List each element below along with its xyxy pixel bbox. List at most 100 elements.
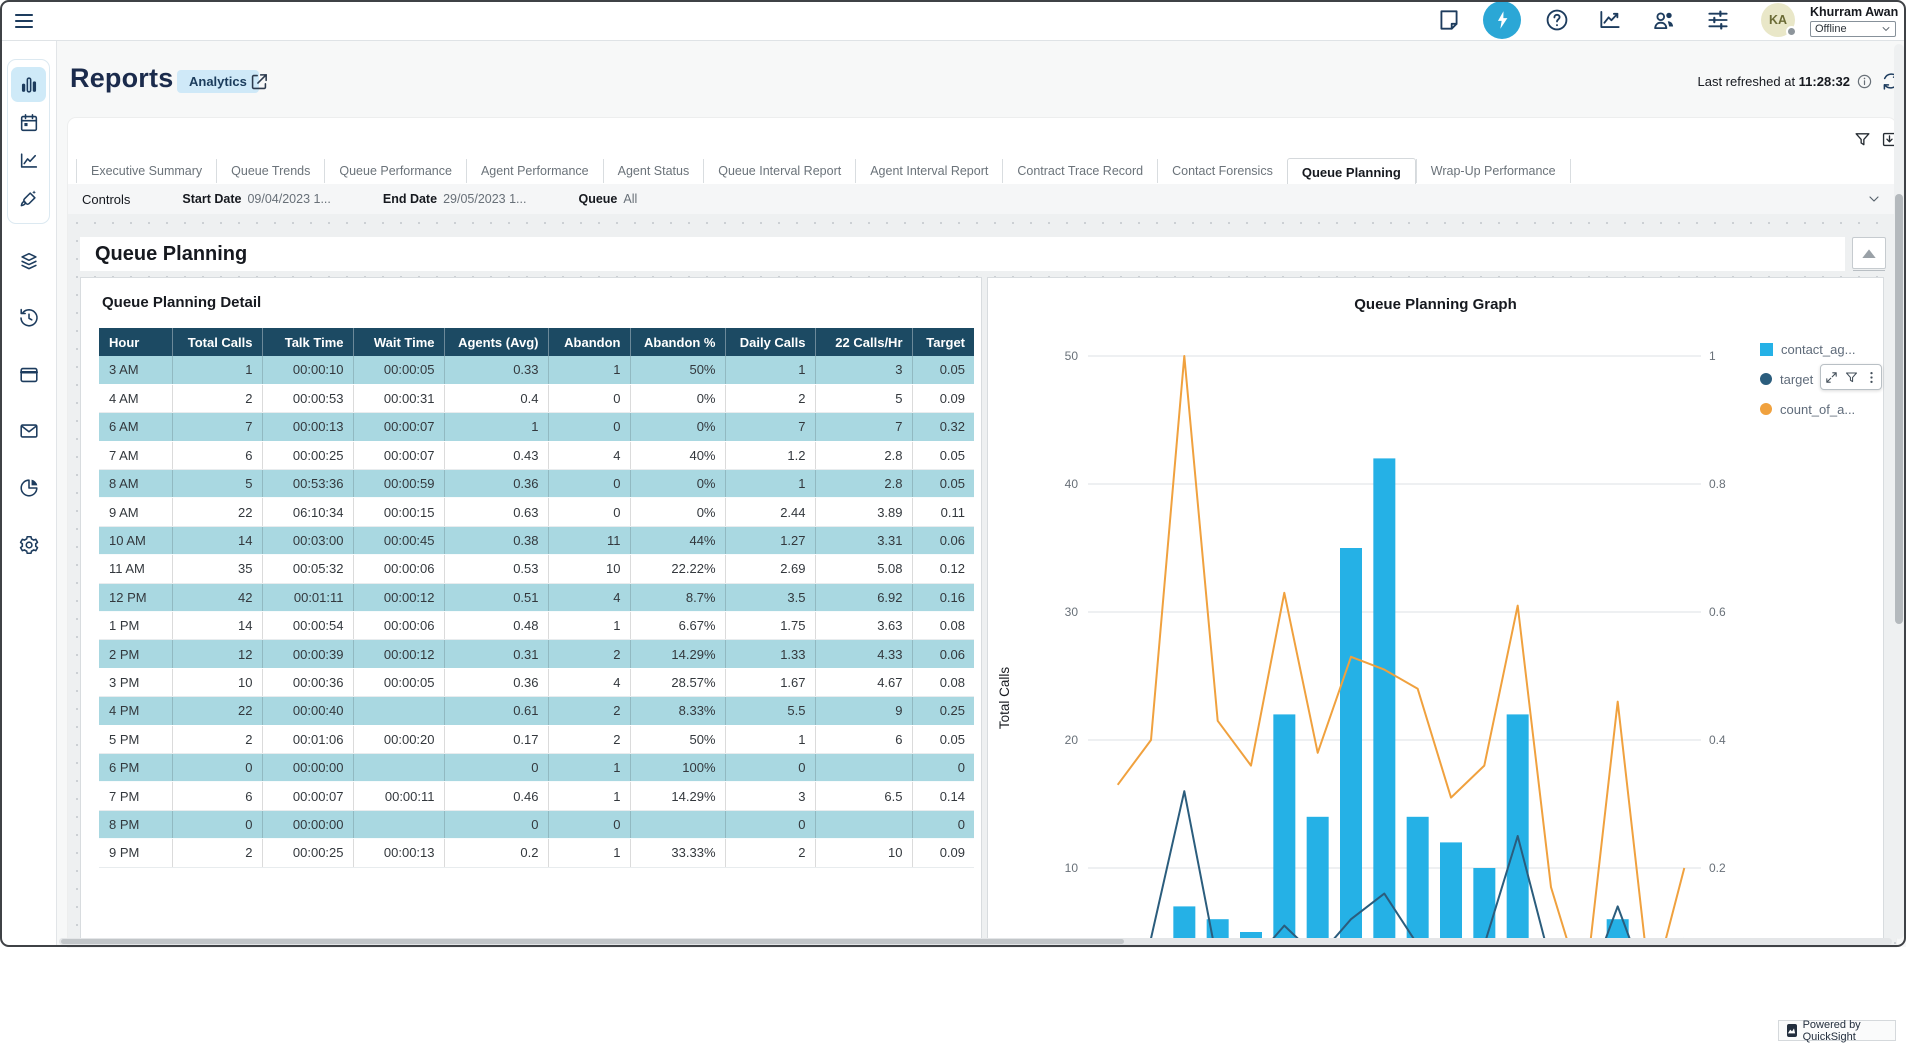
cell: 0 <box>172 810 262 838</box>
col-header-22-calls-hr[interactable]: 22 Calls/Hr <box>815 328 912 356</box>
horizontal-scrollbar-thumb[interactable] <box>61 939 1124 944</box>
cell: 0.08 <box>912 612 974 640</box>
legend-item-2[interactable]: count_of_a... <box>1760 394 1855 424</box>
col-header-abandon[interactable]: Abandon <box>548 328 630 356</box>
col-header-abandon-[interactable]: Abandon % <box>630 328 725 356</box>
cell: 8 PM <box>99 810 172 838</box>
table-row-3-am[interactable]: 3 AM100:00:1000:00:050.33150%130.05 <box>99 356 974 384</box>
analytics-badge: Analytics <box>177 70 259 93</box>
table-row-9-pm[interactable]: 9 PM200:00:2500:00:130.2133.33%2100.09 <box>99 839 974 867</box>
vertical-scrollbar[interactable] <box>1894 44 1904 939</box>
controls-collapse-chevron-icon[interactable] <box>1866 191 1882 207</box>
sidebar-item-browser-window[interactable] <box>11 357 46 392</box>
col-header-target[interactable]: Target <box>912 328 974 356</box>
cell: 1 PM <box>99 612 172 640</box>
table-row-7-am[interactable]: 7 AM600:00:2500:00:070.43440%1.22.80.05 <box>99 441 974 469</box>
tab-queue-planning[interactable]: Queue Planning <box>1287 158 1416 187</box>
cell: 42 <box>172 583 262 611</box>
sidebar-item-designer-brush[interactable] <box>11 181 46 216</box>
tab-agent-performance[interactable]: Agent Performance <box>466 159 603 183</box>
settings-sliders-icon[interactable] <box>1705 7 1731 33</box>
cell: 1 <box>725 725 815 753</box>
help-icon[interactable] <box>1544 7 1570 33</box>
control-start-date[interactable]: Start Date09/04/2023 1... <box>182 192 330 206</box>
table-row-7-pm[interactable]: 7 PM600:00:0700:00:110.46114.29%36.50.14 <box>99 782 974 810</box>
sidebar-item-settings-gear[interactable] <box>11 527 46 562</box>
horizontal-scrollbar[interactable] <box>59 938 1892 945</box>
col-header-agents-avg-[interactable]: Agents (Avg) <box>444 328 548 356</box>
cell: 1 <box>548 753 630 781</box>
table-row-6-am[interactable]: 6 AM700:00:1300:00:07100%770.32 <box>99 413 974 441</box>
table-row-9-am[interactable]: 9 AM2206:10:3400:00:150.6300%2.443.890.1… <box>99 498 974 526</box>
history-icon <box>18 307 40 329</box>
note-icon[interactable] <box>1436 7 1462 33</box>
table-row-4-pm[interactable]: 4 PM2200:00:400.6128.33%5.590.25 <box>99 697 974 725</box>
table-row-8-pm[interactable]: 8 PM000:00:000000 <box>99 810 974 838</box>
sidebar-item-mail[interactable] <box>11 413 46 448</box>
hamburger-menu-icon[interactable] <box>12 9 36 33</box>
bolt-icon[interactable] <box>1483 1 1521 39</box>
table-row-12-pm[interactable]: 12 PM4200:01:1100:00:120.5148.7%3.56.920… <box>99 583 974 611</box>
sidebar-item-history[interactable] <box>11 300 46 335</box>
table-row-4-am[interactable]: 4 AM200:00:5300:00:310.400%250.09 <box>99 384 974 412</box>
last-refreshed-text: Last refreshed at 11:28:32 <box>1560 74 1850 89</box>
col-header-wait-time[interactable]: Wait Time <box>353 328 444 356</box>
tab-queue-performance[interactable]: Queue Performance <box>324 159 466 183</box>
table-row-3-pm[interactable]: 3 PM1000:00:3600:00:050.36428.57%1.674.6… <box>99 668 974 696</box>
filter-funnel-icon[interactable] <box>1853 130 1872 149</box>
table-row-1-pm[interactable]: 1 PM1400:00:5400:00:060.4816.67%1.753.63… <box>99 612 974 640</box>
cell: 0% <box>630 470 725 498</box>
cell: 00:00:11 <box>353 782 444 810</box>
tab-queue-interval-report[interactable]: Queue Interval Report <box>703 159 855 183</box>
col-header-hour[interactable]: Hour <box>99 328 172 356</box>
sidebar-item-line-chart[interactable] <box>11 143 46 178</box>
tab-wrap-up-performance[interactable]: Wrap-Up Performance <box>1416 159 1571 183</box>
col-header-daily-calls[interactable]: Daily Calls <box>725 328 815 356</box>
control-queue[interactable]: QueueAll <box>578 192 637 206</box>
table-row-5-pm[interactable]: 5 PM200:01:0600:00:200.17250%160.05 <box>99 725 974 753</box>
cell: 0.46 <box>444 782 548 810</box>
tab-queue-trends[interactable]: Queue Trends <box>216 159 324 183</box>
control-end-date[interactable]: End Date29/05/2023 1... <box>383 192 527 206</box>
queue-planning-chart: 501400.8300.6200.4100.2Total Calls <box>988 278 1883 946</box>
sheet-scroll-spinner[interactable] <box>1852 237 1886 269</box>
metrics-icon[interactable] <box>1597 7 1623 33</box>
scroll-up-icon[interactable] <box>1853 238 1885 271</box>
table-row-11-am[interactable]: 11 AM3500:05:3200:00:060.531022.22%2.695… <box>99 555 974 583</box>
external-link-icon[interactable] <box>248 71 270 93</box>
maximize-icon[interactable] <box>1824 370 1839 385</box>
sidebar-item-layers[interactable] <box>11 243 46 278</box>
kebab-menu-icon[interactable] <box>1864 370 1879 385</box>
table-row-8-am[interactable]: 8 AM500:53:3600:00:590.3600%12.80.05 <box>99 470 974 498</box>
table-row-6-pm[interactable]: 6 PM000:00:0001100%00 <box>99 753 974 781</box>
tab-executive-summary[interactable]: Executive Summary <box>76 159 216 183</box>
sidebar-item-pie-chart[interactable] <box>11 470 46 505</box>
legend-item-0[interactable]: contact_ag... <box>1760 334 1855 364</box>
control-label: End Date <box>383 192 437 206</box>
cell: 7 PM <box>99 782 172 810</box>
tab-contract-trace-record[interactable]: Contract Trace Record <box>1002 159 1157 183</box>
table-row-2-pm[interactable]: 2 PM1200:00:3900:00:120.31214.29%1.334.3… <box>99 640 974 668</box>
cell: 2.69 <box>725 555 815 583</box>
cell: 5.5 <box>725 697 815 725</box>
cell: 1 <box>548 612 630 640</box>
status-select[interactable]: Offline <box>1810 21 1896 37</box>
tab-contact-forensics[interactable]: Contact Forensics <box>1157 159 1287 183</box>
tab-agent-interval-report[interactable]: Agent Interval Report <box>855 159 1002 183</box>
sidebar-item-reports-bar-chart[interactable] <box>11 67 46 102</box>
sheet-section-header: Queue Planning <box>80 237 1845 271</box>
col-header-talk-time[interactable]: Talk Time <box>262 328 353 356</box>
powered-by-quicksight-badge[interactable]: Powered by QuickSight <box>1778 1020 1896 1041</box>
table-row-10-am[interactable]: 10 AM1400:03:0000:00:450.381144%1.273.31… <box>99 526 974 554</box>
vertical-scrollbar-thumb[interactable] <box>1895 194 1903 624</box>
agents-icon[interactable] <box>1651 7 1677 33</box>
chart-filter-icon[interactable] <box>1844 370 1859 385</box>
svg-text:20: 20 <box>1065 733 1079 747</box>
legend-label: contact_ag... <box>1781 342 1855 357</box>
col-header-total-calls[interactable]: Total Calls <box>172 328 262 356</box>
tab-agent-status[interactable]: Agent Status <box>603 159 704 183</box>
sidebar-item-calendar[interactable] <box>11 105 46 140</box>
cell: 0.09 <box>912 384 974 412</box>
cell: 6.67% <box>630 612 725 640</box>
info-icon[interactable] <box>1856 73 1873 90</box>
